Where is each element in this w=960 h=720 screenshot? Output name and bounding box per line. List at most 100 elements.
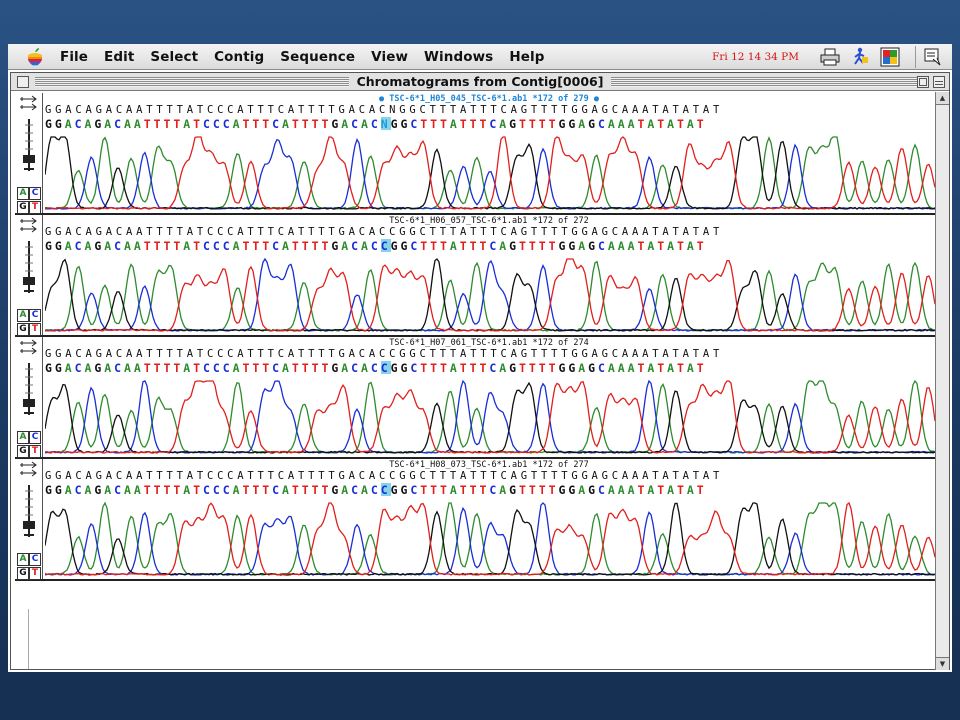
base-call[interactable]: T xyxy=(460,117,470,130)
base-call[interactable]: C xyxy=(213,239,223,252)
base-toggle-t[interactable]: T xyxy=(29,323,41,336)
base-call[interactable]: T xyxy=(302,117,312,130)
base-call[interactable]: T xyxy=(302,483,312,496)
base-call[interactable]: G xyxy=(588,361,598,374)
base-call[interactable]: G xyxy=(331,239,341,252)
base-toggle-a[interactable]: A xyxy=(17,431,29,444)
base-call[interactable]: G xyxy=(45,483,55,496)
navigate-arrows-icon[interactable] xyxy=(19,95,41,113)
base-call[interactable]: A xyxy=(499,239,509,252)
base-call[interactable]: A xyxy=(233,117,243,130)
base-call[interactable]: A xyxy=(124,239,134,252)
scroll-up-arrow[interactable]: ▲ xyxy=(936,92,949,105)
base-call[interactable]: A xyxy=(628,117,638,130)
base-call[interactable]: N xyxy=(380,117,391,130)
base-call[interactable]: T xyxy=(549,239,559,252)
base-call[interactable]: G xyxy=(331,361,341,374)
walker-icon[interactable] xyxy=(849,47,871,67)
base-call[interactable]: A xyxy=(65,361,75,374)
base-call[interactable]: A xyxy=(183,483,193,496)
base-call[interactable]: C xyxy=(272,239,282,252)
base-call[interactable]: A xyxy=(134,361,144,374)
base-call[interactable]: C xyxy=(598,117,608,130)
base-call[interactable]: G xyxy=(331,483,341,496)
base-call[interactable]: T xyxy=(539,239,549,252)
window-collapse-box[interactable] xyxy=(933,76,945,88)
app-switcher-icon[interactable] xyxy=(879,47,901,67)
base-call[interactable]: T xyxy=(420,239,430,252)
base-call[interactable]: C xyxy=(213,483,223,496)
base-call[interactable]: A xyxy=(233,483,243,496)
base-call[interactable]: T xyxy=(529,361,539,374)
base-call[interactable]: C xyxy=(371,239,381,252)
base-call[interactable]: C xyxy=(371,361,381,374)
base-toggle-g[interactable]: G xyxy=(17,567,29,580)
base-call[interactable]: A xyxy=(282,239,292,252)
base-call[interactable]: A xyxy=(687,239,697,252)
base-call[interactable]: A xyxy=(104,361,114,374)
base-call[interactable]: G xyxy=(391,239,401,252)
base-call[interactable]: G xyxy=(509,117,519,130)
base-call[interactable]: T xyxy=(292,361,302,374)
base-call[interactable]: T xyxy=(252,239,262,252)
base-call[interactable]: T xyxy=(154,117,164,130)
base-call[interactable]: C xyxy=(380,239,391,252)
base-call[interactable]: A xyxy=(85,117,95,130)
base-call[interactable]: C xyxy=(75,483,85,496)
chromatogram-panel[interactable]: A C G T TSC-6*1_H06_057_TSC-6*1.ab1 *172 of … xyxy=(15,215,935,337)
base-call[interactable]: A xyxy=(618,239,628,252)
base-call[interactable]: T xyxy=(312,117,322,130)
trace-scale-slider-icon[interactable] xyxy=(21,483,37,539)
base-call[interactable]: T xyxy=(430,117,440,130)
base-call[interactable]: T xyxy=(193,361,203,374)
base-call[interactable]: G xyxy=(94,117,104,130)
base-call[interactable]: T xyxy=(243,483,253,496)
base-call[interactable]: T xyxy=(164,361,174,374)
base-call[interactable]: A xyxy=(499,361,509,374)
base-call[interactable]: T xyxy=(420,361,430,374)
base-call[interactable]: T xyxy=(262,361,272,374)
base-call[interactable]: T xyxy=(243,361,253,374)
menu-select[interactable]: Select xyxy=(150,49,198,65)
base-call[interactable]: C xyxy=(351,361,361,374)
base-call[interactable]: A xyxy=(341,117,351,130)
base-call[interactable]: T xyxy=(312,361,322,374)
base-call[interactable]: G xyxy=(568,361,578,374)
base-toggle-g[interactable]: G xyxy=(17,445,29,458)
base-call[interactable]: T xyxy=(262,483,272,496)
chromatogram-trace[interactable] xyxy=(45,377,935,457)
base-call[interactable]: T xyxy=(164,483,174,496)
base-call[interactable]: A xyxy=(341,239,351,252)
base-call[interactable]: T xyxy=(519,239,529,252)
base-call[interactable]: T xyxy=(470,239,480,252)
base-call[interactable]: T xyxy=(638,361,648,374)
base-call[interactable]: G xyxy=(588,239,598,252)
apple-menu-icon[interactable] xyxy=(24,46,46,68)
base-call[interactable]: T xyxy=(470,117,480,130)
base-toggle-a[interactable]: A xyxy=(17,309,29,322)
base-call[interactable]: T xyxy=(154,361,164,374)
base-call[interactable]: T xyxy=(430,361,440,374)
base-call[interactable]: A xyxy=(628,361,638,374)
base-call[interactable]: A xyxy=(578,361,588,374)
base-call[interactable]: T xyxy=(144,361,154,374)
base-call[interactable]: T xyxy=(549,117,559,130)
base-call[interactable]: A xyxy=(124,483,134,496)
base-call[interactable]: A xyxy=(134,483,144,496)
base-call[interactable]: T xyxy=(638,117,648,130)
base-call[interactable]: A xyxy=(618,361,628,374)
base-call[interactable]: T xyxy=(173,239,183,252)
base-call[interactable]: T xyxy=(697,117,707,130)
menubar-clock[interactable]: Fri 12 14 34 PM xyxy=(712,51,799,63)
base-call[interactable]: C xyxy=(371,483,381,496)
menu-file[interactable]: File xyxy=(60,49,88,65)
chromatogram-panel[interactable]: A C G T ● TSC-6*1_H05_045_TSC-6*1.ab1 *172 o… xyxy=(15,93,935,215)
base-call[interactable]: T xyxy=(460,483,470,496)
base-call[interactable]: A xyxy=(341,483,351,496)
base-call[interactable]: T xyxy=(529,117,539,130)
base-call[interactable]: C xyxy=(114,117,124,130)
base-call[interactable]: T xyxy=(657,117,667,130)
base-call[interactable]: G xyxy=(391,361,401,374)
base-call[interactable]: A xyxy=(282,483,292,496)
base-call[interactable]: A xyxy=(647,239,657,252)
